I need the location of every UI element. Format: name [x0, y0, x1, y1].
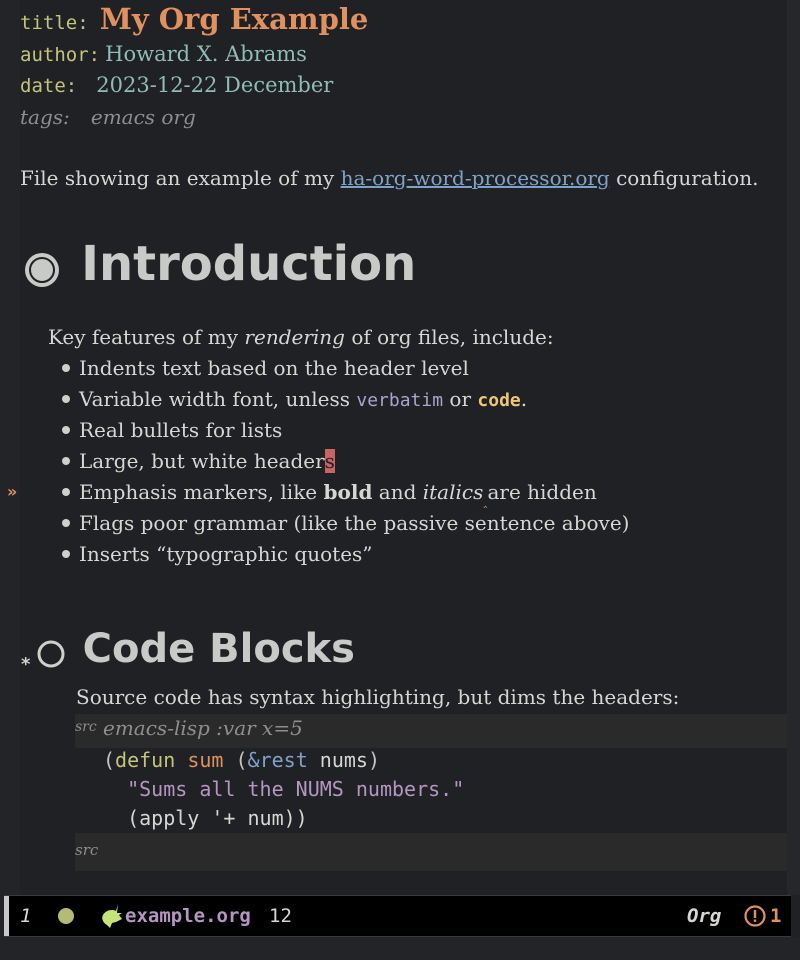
title-keyword: title:	[20, 12, 89, 34]
code-line: (defun sum (&rest nums)	[103, 748, 380, 772]
date-keyword: date:	[20, 75, 78, 97]
warning-circle-icon[interactable]	[744, 905, 766, 927]
mode-line: 1 example.org 12 Org 1	[4, 895, 791, 937]
list-item: Large, but white headers	[62, 449, 335, 473]
src-begin-args: emacs-lisp :var x=5	[103, 716, 303, 740]
code-token: nums	[307, 748, 368, 772]
list-item-text: and	[372, 480, 423, 504]
intro-lead: Key features of my rendering of org file…	[48, 325, 554, 349]
lead-text-end: of org files, include:	[344, 325, 554, 349]
window-number: 1	[20, 905, 32, 927]
list-item: Flags poor grammar (like the passive sen…	[62, 511, 629, 535]
code-token: defun	[115, 748, 176, 772]
src-end-label: src	[75, 841, 99, 859]
code-token: &rest	[247, 748, 308, 772]
code-token: (	[223, 748, 248, 772]
circle-outline-icon	[37, 640, 65, 667]
list-item-text: Variable width font, unless	[79, 387, 357, 411]
list-item: Indents text based on the header level	[62, 356, 469, 380]
intro-paragraph: File showing an example of my ha-org-wor…	[20, 166, 758, 190]
heading-title: Code Blocks	[82, 626, 355, 672]
title-line: title: My Org Example	[20, 2, 368, 36]
author-keyword: author:	[20, 44, 101, 66]
document-title: My Org Example	[99, 2, 369, 36]
code-line: "Sums all the NUMS numbers."	[103, 777, 464, 801]
bold-text: bold	[323, 480, 373, 504]
config-link[interactable]: ha-org-word-processor.org	[341, 166, 610, 190]
heading-introduction[interactable]: Introduction	[24, 236, 416, 295]
buffer-filename[interactable]: example.org	[125, 905, 251, 927]
line-number: 12	[269, 905, 292, 927]
list-item-text: Indents text based on the header level	[79, 356, 469, 380]
active-window-indicator	[4, 896, 9, 936]
list-item-text: are hidden	[487, 480, 597, 504]
src-begin-label: src	[75, 719, 97, 735]
author-value: Howard X. Abrams	[105, 42, 307, 66]
emacs-frame: title: My Org Example author: Howard X. …	[0, 0, 800, 960]
list-item: Emphasis markers, like bold and italics‸…	[62, 480, 597, 508]
bullet-icon	[62, 456, 70, 465]
tags-line: tags: emacs org	[20, 105, 196, 129]
bullet-icon	[62, 487, 70, 496]
code-token: (	[103, 748, 116, 772]
heading-code-blocks[interactable]: * Code Blocks	[21, 626, 355, 675]
heading-star: *	[21, 654, 31, 675]
echo-area[interactable]	[0, 937, 800, 960]
text-cursor: s	[324, 449, 335, 473]
lead-text: Key features of my	[48, 325, 245, 349]
code-line: (apply '+ num))	[103, 806, 308, 830]
intro-text-end: configuration.	[609, 166, 759, 190]
bullet-icon	[62, 425, 70, 434]
bullet-icon	[62, 518, 70, 527]
code-token: "Sums all the NUMS numbers."	[127, 777, 465, 801]
major-mode[interactable]: Org	[687, 905, 721, 927]
code-section-lead: Source code has syntax highlighting, but…	[76, 685, 680, 709]
tags-keyword: tags:	[20, 105, 70, 129]
author-line: author: Howard X. Abrams	[20, 42, 307, 66]
fringe-marker-icon: »	[7, 482, 18, 501]
code-text: code	[477, 390, 521, 411]
tags-value: emacs org	[90, 105, 196, 129]
src-block-footer[interactable]: src	[75, 833, 787, 871]
code-token: )	[367, 748, 381, 772]
list-item-text: Large, but white header	[79, 449, 325, 473]
warning-count: 1	[770, 905, 782, 927]
list-item-text: Emphasis markers, like	[79, 480, 324, 504]
intro-text: File showing an example of my	[20, 166, 341, 190]
list-item-text: or	[443, 387, 478, 411]
right-fringe	[787, 0, 800, 895]
list-item-text: .	[520, 387, 528, 411]
date-line: date: 2023-12-22 December	[20, 73, 333, 97]
bullet-icon	[62, 363, 70, 372]
src-block-header[interactable]: src emacs-lisp :var x=5	[75, 714, 787, 748]
circle-filled-ring-icon	[25, 252, 59, 287]
lead-italic: rendering	[244, 325, 345, 349]
list-item-text: Inserts “typographic quotes”	[79, 542, 373, 566]
verbatim-text: verbatim	[356, 390, 444, 411]
left-fringe	[0, 0, 20, 960]
list-item-text: Flags poor grammar (like the passive sen…	[79, 511, 630, 535]
grammar-flag-icon[interactable]: ‸	[483, 494, 487, 508]
unicorn-icon	[102, 904, 122, 928]
bullet-icon	[62, 394, 70, 403]
list-item: Real bullets for lists	[62, 418, 282, 442]
date-value: 2023-12-22 December	[96, 73, 334, 97]
bullet-icon	[62, 549, 70, 558]
code-token: (apply '+ num))	[127, 806, 308, 830]
heading-title: Introduction	[81, 236, 417, 292]
italic-text: italics	[422, 480, 484, 504]
list-item: Inserts “typographic quotes”	[62, 542, 373, 566]
list-item: Variable width font, unless verbatim or …	[62, 387, 527, 411]
buffer-status-dot-icon	[58, 908, 74, 924]
code-token: sum	[187, 748, 224, 772]
list-item-text: Real bullets for lists	[79, 418, 283, 442]
